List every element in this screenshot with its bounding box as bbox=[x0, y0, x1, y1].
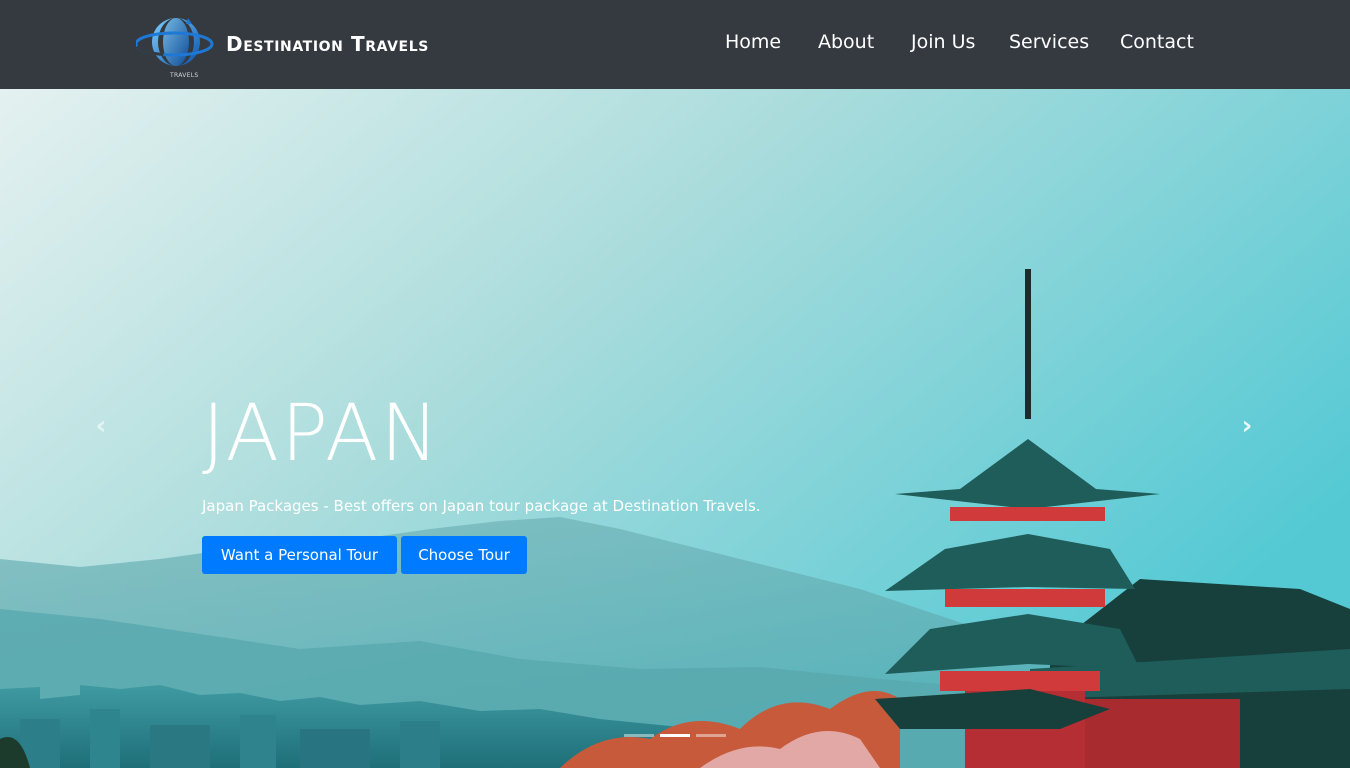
nav-join-us[interactable]: Join Us bbox=[911, 31, 975, 53]
carousel-indicator[interactable] bbox=[624, 734, 654, 737]
logo-subtext: TRAVELS bbox=[170, 72, 199, 79]
choose-tour-button[interactable]: Choose Tour bbox=[401, 536, 527, 574]
nav-services[interactable]: Services bbox=[1009, 31, 1089, 53]
navbar: TRAVELS Destination Travels Home About J… bbox=[0, 0, 1350, 89]
chevron-left-icon: ‹ bbox=[95, 411, 107, 441]
nav-home[interactable]: Home bbox=[725, 31, 781, 53]
chevron-right-icon: › bbox=[1241, 411, 1253, 441]
nav-about[interactable]: About bbox=[818, 31, 874, 53]
hero-subtitle: Japan Packages - Best offers on Japan to… bbox=[202, 497, 761, 515]
hero-carousel: ‹ › JAPAN Japan Packages - Best offers o… bbox=[0, 89, 1350, 768]
nav-menu: Home About Join Us Services Contact bbox=[0, 31, 1350, 57]
carousel-next-control[interactable]: › bbox=[1232, 411, 1262, 441]
personal-tour-button[interactable]: Want a Personal Tour bbox=[202, 536, 397, 574]
carousel-indicators bbox=[620, 734, 730, 740]
hero-title: JAPAN bbox=[202, 389, 441, 479]
carousel-indicator-active[interactable] bbox=[660, 734, 690, 737]
carousel-prev-control[interactable]: ‹ bbox=[86, 411, 116, 441]
carousel-indicator[interactable] bbox=[696, 734, 726, 737]
nav-contact[interactable]: Contact bbox=[1120, 31, 1194, 53]
